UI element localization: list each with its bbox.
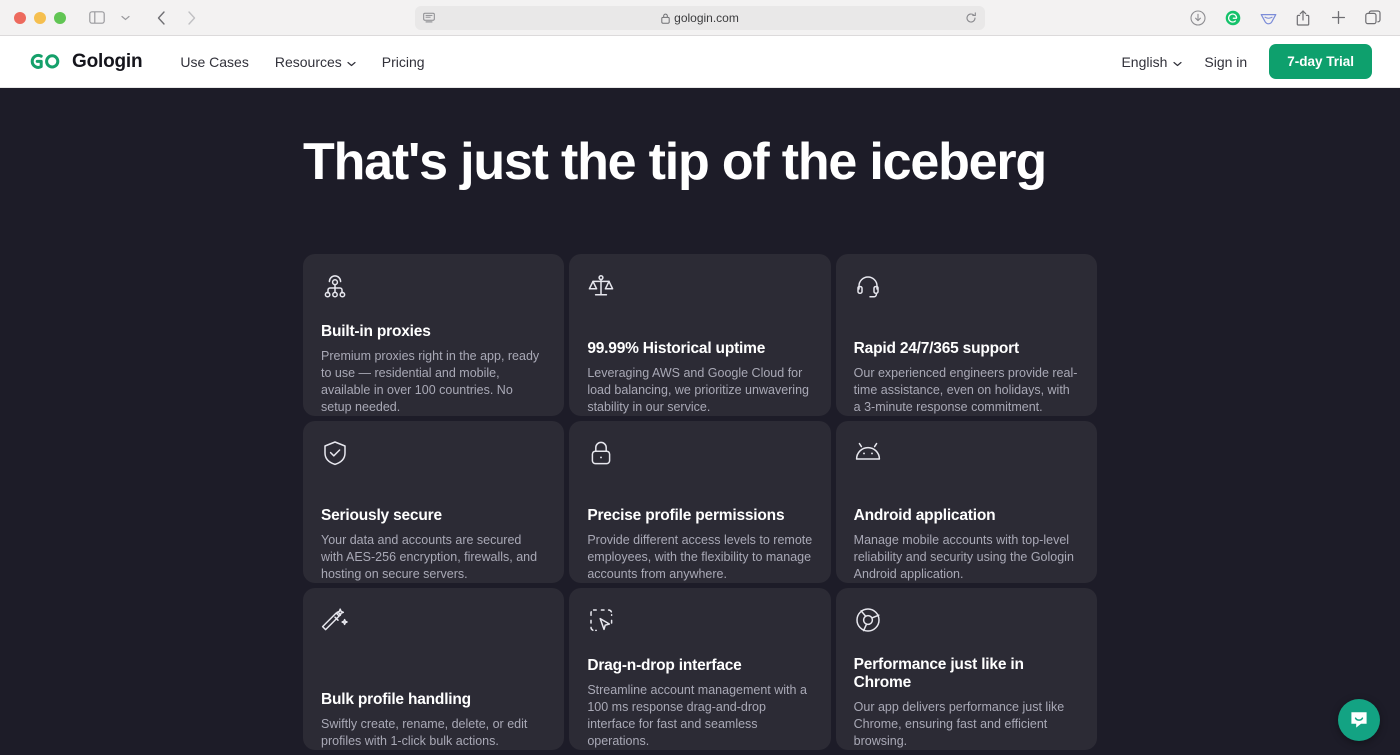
- chevron-down-icon: [1173, 54, 1182, 70]
- lock-icon: [587, 439, 812, 469]
- feature-card-description: Streamline account management with a 100…: [587, 683, 807, 748]
- feature-card[interactable]: Performance just like in Chrome Our app …: [835, 587, 1097, 750]
- close-window-button[interactable]: [14, 11, 26, 24]
- feature-card-title: Seriously secure: [321, 507, 442, 525]
- network-nodes-icon: [321, 272, 546, 302]
- feature-card[interactable]: Seriously secure Your data and accounts …: [303, 420, 565, 583]
- gologin-logo-icon: [28, 52, 63, 71]
- feature-card-description: Premium proxies right in the app, ready …: [321, 349, 540, 414]
- browser-toolbar-actions: [1185, 6, 1386, 30]
- primary-nav: Use Cases Resources Pricing: [180, 54, 424, 70]
- chevron-down-icon: [347, 54, 356, 70]
- feature-card-description: Provide different access levels to remot…: [587, 533, 813, 581]
- trial-cta-button[interactable]: 7-day Trial: [1269, 44, 1372, 79]
- chat-bubble-icon: [1348, 709, 1370, 731]
- header-actions: English Sign in 7-day Trial: [1121, 44, 1372, 79]
- reader-view-icon[interactable]: [423, 12, 435, 24]
- brand-name: Gologin: [72, 50, 143, 72]
- nav-item-label: Resources: [274, 53, 342, 70]
- lock-icon: [661, 13, 670, 24]
- address-bar[interactable]: gologin.com: [415, 6, 985, 30]
- back-arrow-icon[interactable]: [148, 6, 174, 30]
- feature-card[interactable]: Bulk profile handling Swiftly create, re…: [303, 587, 565, 750]
- feature-card-title: Bulk profile handling: [321, 691, 471, 709]
- nav-item-pricing[interactable]: Pricing: [382, 54, 425, 70]
- feature-card-grid: Built-in proxies Premium proxies right i…: [303, 253, 1097, 750]
- minimize-window-button[interactable]: [34, 11, 46, 24]
- page-body: That's just the tip of the iceberg Built…: [0, 88, 1400, 755]
- feature-card-title: Drag-n-drop interface: [587, 657, 742, 675]
- feature-card-description: Our experienced engineers provide real-t…: [853, 366, 1078, 414]
- language-selector[interactable]: English: [1121, 54, 1182, 70]
- shield-check-icon: [321, 439, 546, 469]
- feature-card-description: Swiftly create, rename, delete, or edit …: [321, 717, 528, 748]
- url-text: gologin.com: [674, 11, 739, 25]
- reload-icon[interactable]: [965, 12, 977, 24]
- feature-card-title: Android application: [853, 507, 996, 525]
- extension-icon[interactable]: [1255, 6, 1281, 30]
- feature-card-description: Your data and accounts are secured with …: [321, 533, 538, 581]
- android-icon: [854, 439, 1079, 469]
- feature-card-title: Built-in proxies: [321, 323, 431, 341]
- page-title: That's just the tip of the iceberg: [303, 133, 1047, 191]
- feature-card-title: 99.99% Historical uptime: [587, 340, 766, 358]
- magic-wand-icon: [321, 606, 546, 636]
- chrome-icon: [854, 606, 1079, 636]
- nav-item-resources[interactable]: Resources: [275, 54, 356, 70]
- browser-toolbar: gologin.com: [0, 0, 1400, 36]
- feature-card[interactable]: Drag-n-drop interface Streamline account…: [569, 587, 831, 750]
- nav-item-use-cases[interactable]: Use Cases: [180, 54, 248, 70]
- feature-card[interactable]: Built-in proxies Premium proxies right i…: [303, 253, 565, 416]
- chat-launcher-button[interactable]: [1338, 699, 1380, 741]
- sidebar-toggle-icon[interactable]: [84, 6, 110, 30]
- nav-item-label: Use Cases: [180, 53, 249, 70]
- feature-card[interactable]: 99.99% Historical uptime Leveraging AWS …: [569, 253, 831, 416]
- feature-card-description: Our app delivers performance just like C…: [853, 700, 1065, 748]
- chevron-down-icon[interactable]: [112, 6, 138, 30]
- feature-card-title: Performance just like in Chrome: [853, 656, 1024, 692]
- feature-card-title: Precise profile permissions: [587, 507, 785, 525]
- feature-card[interactable]: Android application Manage mobile accoun…: [835, 420, 1097, 583]
- headset-icon: [854, 272, 1079, 302]
- site-header: Gologin Use Cases Resources Pricing Engl…: [0, 36, 1400, 88]
- feature-card-description: Manage mobile accounts with top-level re…: [853, 533, 1074, 581]
- drag-select-cursor-icon: [587, 606, 812, 636]
- feature-card[interactable]: Precise profile permissions Provide diff…: [569, 420, 831, 583]
- maximize-window-button[interactable]: [54, 11, 66, 24]
- language-label: English: [1121, 53, 1168, 70]
- feature-card[interactable]: Rapid 24/7/365 support Our experienced e…: [835, 253, 1097, 416]
- downloads-icon[interactable]: [1185, 6, 1211, 30]
- window-traffic-lights: [14, 11, 66, 24]
- share-icon[interactable]: [1290, 6, 1316, 30]
- forward-arrow-icon[interactable]: [178, 6, 204, 30]
- nav-item-label: Pricing: [381, 53, 425, 70]
- feature-card-title: Rapid 24/7/365 support: [853, 340, 1019, 358]
- feature-card-description: Leveraging AWS and Google Cloud for load…: [587, 366, 809, 414]
- brand-logo[interactable]: Gologin: [28, 50, 143, 73]
- new-tab-icon[interactable]: [1325, 6, 1351, 30]
- sign-in-link[interactable]: Sign in: [1204, 54, 1247, 70]
- scales-balance-icon: [587, 272, 812, 302]
- tab-overview-icon[interactable]: [1360, 6, 1386, 30]
- grammarly-extension-icon[interactable]: [1220, 6, 1246, 30]
